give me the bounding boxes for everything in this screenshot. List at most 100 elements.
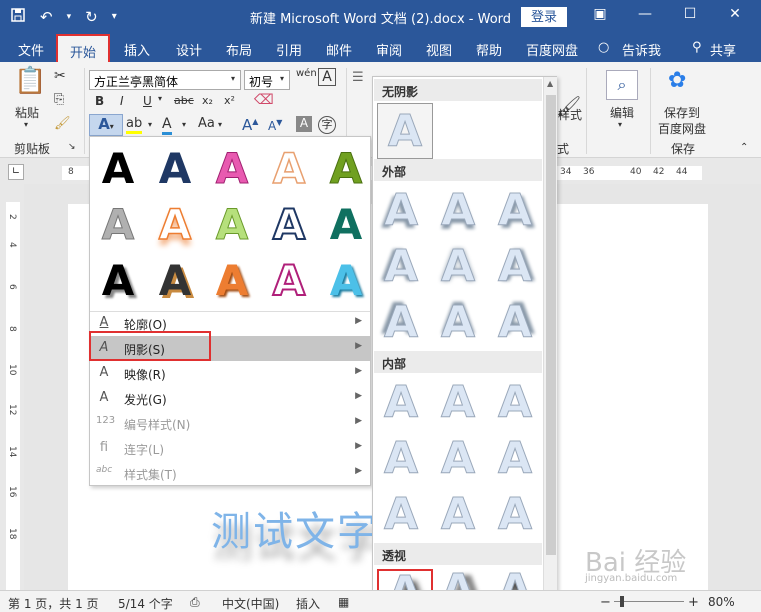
text-effect-style-12[interactable]: A (147, 253, 203, 309)
minimize-icon[interactable]: — (630, 6, 660, 22)
text-effect-style-15[interactable]: A (318, 253, 374, 309)
text-effect-style-13[interactable]: A (204, 253, 260, 309)
tab-insert[interactable]: 插入 (124, 40, 150, 59)
submenu-scrollbar[interactable]: ▲ ▼ (543, 77, 557, 611)
text-effect-style-10[interactable]: A (318, 197, 374, 253)
shadow-option-outer-6[interactable]: A (487, 239, 543, 295)
shadow-option-inner-9[interactable]: A (487, 487, 543, 543)
shadow-option-outer-3[interactable]: A (487, 183, 543, 239)
copy-icon[interactable]: ⎘ (54, 92, 64, 107)
shadow-option-inner-8[interactable]: A (430, 487, 486, 543)
shadow-option-outer-9[interactable]: A (487, 295, 543, 351)
grow-font-icon[interactable]: A▲ (242, 116, 258, 134)
tab-design[interactable]: 设计 (176, 40, 202, 59)
text-effect-style-5[interactable]: A (318, 141, 374, 197)
language-indicator[interactable]: 中文(中国) (222, 595, 279, 612)
tab-help[interactable]: 帮助 (476, 40, 502, 59)
shadow-option-inner-3[interactable]: A (487, 375, 543, 431)
insert-mode[interactable]: 插入 (296, 595, 320, 612)
save-to-label[interactable]: 保存到 (664, 104, 700, 121)
login-button[interactable]: 登录 (521, 7, 567, 27)
enclose-characters-icon[interactable]: 字 (318, 116, 336, 134)
underline-icon[interactable]: U (143, 94, 152, 108)
shadow-option-outer-1[interactable]: A (373, 183, 429, 239)
menu-item-glow[interactable]: A 发光(G) ▶ (90, 386, 370, 411)
baidu-netdisk-icon[interactable]: ✿ (668, 68, 686, 93)
strikethrough-icon[interactable]: abc (174, 94, 194, 107)
dialog-launcher-icon[interactable]: ↘ (68, 142, 76, 152)
text-effect-style-9[interactable]: A (261, 197, 317, 253)
find-icon[interactable]: ⌕ (606, 70, 638, 100)
text-effect-style-7[interactable]: A (147, 197, 203, 253)
styles-button[interactable]: 样式 (558, 106, 582, 123)
phonetic-guide-icon[interactable]: wén (296, 68, 317, 79)
scroll-up-arrow-icon[interactable]: ▲ (547, 79, 553, 88)
shadow-option-inner-7[interactable]: A (373, 487, 429, 543)
customize-qat-icon[interactable]: ▾ (112, 8, 117, 26)
ribbon-display-options-icon[interactable]: ▣ (585, 6, 615, 22)
share-button[interactable]: 共享 (710, 40, 736, 59)
text-effect-style-11[interactable]: A (90, 253, 146, 309)
bold-icon[interactable]: B (95, 94, 104, 108)
size-dropdown-icon[interactable]: ▾ (280, 74, 284, 83)
menu-item-reflection[interactable]: A 映像(R) ▶ (90, 361, 370, 386)
character-shading-icon[interactable]: A (296, 116, 312, 132)
shadow-option-outer-4[interactable]: A (373, 239, 429, 295)
change-case-dropdown-icon[interactable]: ▾ (218, 120, 222, 129)
font-color-icon[interactable]: A (162, 116, 172, 135)
tab-review[interactable]: 审阅 (376, 40, 402, 59)
shadow-option-inner-2[interactable]: A (430, 375, 486, 431)
dropdown-arrow-icon[interactable]: ▾ (67, 8, 72, 26)
undo-icon[interactable]: ↶ (40, 8, 53, 26)
tab-layout[interactable]: 布局 (226, 40, 252, 59)
save-icon[interactable] (10, 7, 26, 27)
format-painter-icon[interactable]: 🖌 (54, 116, 71, 131)
text-effect-style-2[interactable]: A (147, 141, 203, 197)
zoom-out-icon[interactable]: − (600, 595, 611, 610)
shadow-option-outer-8[interactable]: A (430, 295, 486, 351)
collapse-ribbon-icon[interactable]: ⌃ (740, 142, 748, 153)
shadow-option-outer-7[interactable]: A (373, 295, 429, 351)
redo-icon[interactable]: ↻ (85, 8, 98, 26)
maximize-icon[interactable]: ☐ (675, 6, 705, 22)
bullets-icon[interactable]: ☰ (352, 70, 364, 85)
cut-icon[interactable]: ✂ (54, 68, 66, 84)
text-effects-button[interactable]: A▾ (89, 114, 123, 136)
text-effect-style-14[interactable]: A (261, 253, 317, 309)
text-effect-style-4[interactable]: A (261, 141, 317, 197)
paste-button[interactable]: 粘贴 (15, 104, 39, 121)
tab-mailings[interactable]: 邮件 (326, 40, 352, 59)
page-count[interactable]: 第 1 页，共 1 页 (8, 595, 99, 612)
tab-references[interactable]: 引用 (276, 40, 302, 59)
superscript-icon[interactable]: x² (224, 94, 235, 107)
clear-formatting-icon[interactable]: ⌫ (254, 92, 274, 108)
shadow-option-inner-5[interactable]: A (430, 431, 486, 487)
underline-dropdown-icon[interactable]: ▾ (158, 94, 162, 103)
macro-icon[interactable]: ▦ (338, 595, 349, 609)
tab-baidu-netdisk[interactable]: 百度网盘 (526, 40, 578, 59)
tab-file[interactable]: 文件 (18, 40, 44, 59)
word-count[interactable]: 5/14 个字 (118, 595, 173, 612)
italic-icon[interactable]: I (120, 94, 124, 108)
proofing-icon[interactable]: ⎙ (190, 595, 200, 610)
paste-icon[interactable]: 📋 (14, 66, 46, 96)
shadow-option-inner-4[interactable]: A (373, 431, 429, 487)
text-effect-style-6[interactable]: A (90, 197, 146, 253)
shadow-option-none[interactable]: A (377, 103, 433, 159)
tell-me-box[interactable]: 告诉我 (622, 40, 661, 59)
subscript-icon[interactable]: x₂ (202, 94, 213, 107)
baidu-netdisk-label[interactable]: 百度网盘 (658, 120, 706, 137)
zoom-level[interactable]: 80% (708, 595, 735, 609)
editing-dropdown-icon[interactable]: ▾ (618, 120, 622, 129)
highlight-color-icon[interactable]: ab (126, 116, 143, 134)
shadow-option-inner-6[interactable]: A (487, 431, 543, 487)
shadow-option-outer-5[interactable]: A (430, 239, 486, 295)
text-effect-style-3[interactable]: A (204, 141, 260, 197)
paste-dropdown-icon[interactable]: ▾ (24, 120, 28, 129)
zoom-in-icon[interactable]: + (688, 595, 699, 610)
tab-view[interactable]: 视图 (426, 40, 452, 59)
shadow-option-outer-2[interactable]: A (430, 183, 486, 239)
text-effect-style-8[interactable]: A (204, 197, 260, 253)
tab-selector-icon[interactable]: ∟ (8, 164, 24, 180)
zoom-slider[interactable] (614, 601, 684, 602)
